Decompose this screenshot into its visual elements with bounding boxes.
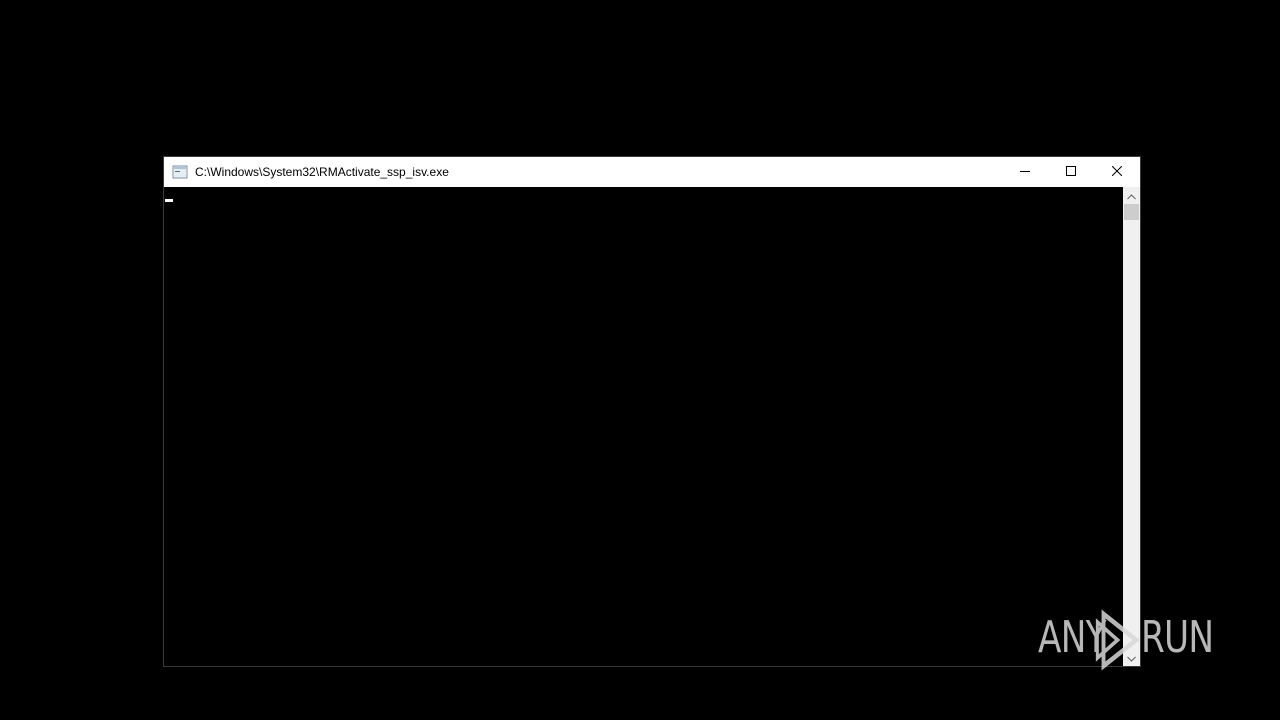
desktop: C:\Windows\System32\RMActivate_ssp_isv.e… xyxy=(0,0,1280,720)
anyrun-watermark: ANY RUN xyxy=(1038,608,1263,672)
title-bar[interactable]: C:\Windows\System32\RMActivate_ssp_isv.e… xyxy=(164,157,1140,187)
console-app-icon[interactable] xyxy=(172,164,188,180)
watermark-any-text: ANY xyxy=(1038,612,1107,663)
scroll-thumb[interactable] xyxy=(1124,204,1139,220)
close-button[interactable] xyxy=(1094,157,1140,187)
window-title: C:\Windows\System32\RMActivate_ssp_isv.e… xyxy=(195,165,449,179)
maximize-button[interactable] xyxy=(1048,157,1094,187)
maximize-icon xyxy=(1066,163,1076,181)
console-output[interactable] xyxy=(164,187,1124,666)
vertical-scrollbar[interactable] xyxy=(1123,187,1140,666)
console-window[interactable]: C:\Windows\System32\RMActivate_ssp_isv.e… xyxy=(163,156,1141,667)
close-icon xyxy=(1111,163,1123,181)
play-logo-icon xyxy=(1095,608,1141,672)
minimize-icon xyxy=(1020,163,1030,181)
scroll-up-button[interactable] xyxy=(1123,187,1140,204)
caption-buttons xyxy=(1002,157,1140,187)
minimize-button[interactable] xyxy=(1002,157,1048,187)
chevron-up-icon xyxy=(1127,187,1136,205)
text-cursor xyxy=(165,199,173,202)
watermark-run-text: RUN xyxy=(1140,612,1214,663)
